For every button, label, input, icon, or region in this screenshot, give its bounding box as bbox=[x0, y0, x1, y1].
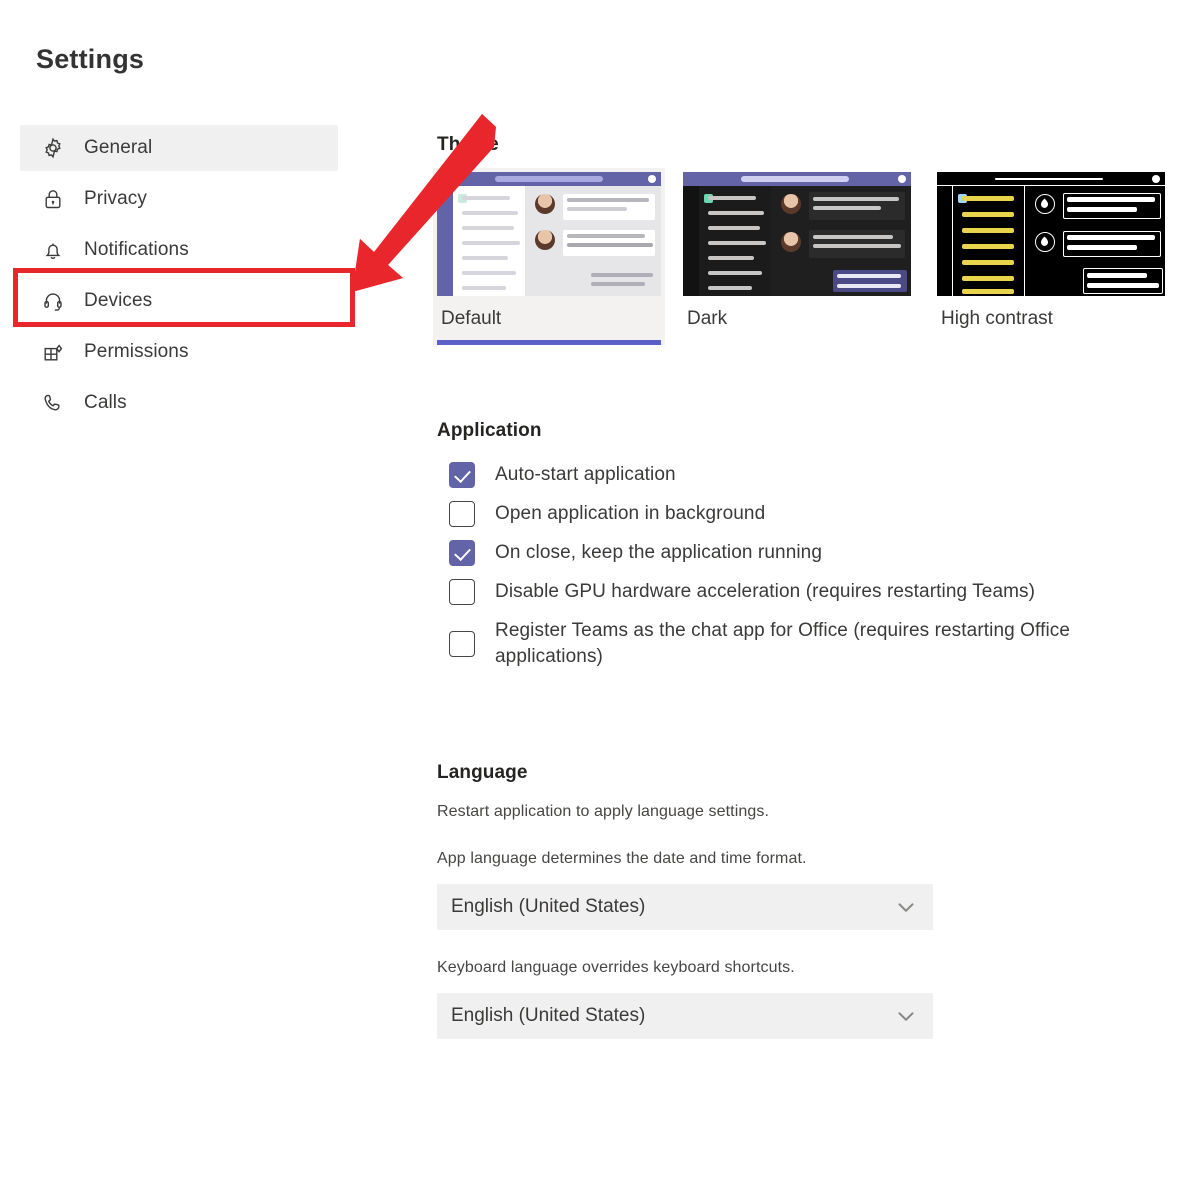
settings-page: Settings General Privacy Notifications D… bbox=[0, 0, 1200, 1200]
checkbox-label: Open application in background bbox=[495, 503, 766, 524]
settings-sidebar: General Privacy Notifications Devices Pe… bbox=[20, 125, 338, 431]
app-language-value: English (United States) bbox=[451, 896, 646, 917]
checkbox-row-register-chat-app[interactable]: Register Teams as the chat app for Offic… bbox=[437, 618, 1149, 670]
theme-option-default[interactable]: Default bbox=[433, 168, 665, 345]
sidebar-item-calls[interactable]: Calls bbox=[20, 380, 338, 426]
theme-thumbnail-default bbox=[437, 172, 661, 296]
language-restart-note: Restart application to apply language se… bbox=[437, 803, 770, 820]
checkbox-row-open-in-background[interactable]: Open application in background bbox=[437, 501, 1149, 527]
permissions-grid-icon bbox=[40, 339, 66, 365]
checkbox-label: Auto-start application bbox=[495, 464, 676, 485]
checkbox-row-keep-running-on-close[interactable]: On close, keep the application running bbox=[437, 540, 1149, 566]
gear-icon bbox=[40, 135, 66, 161]
checkbox-label: Disable GPU hardware acceleration (requi… bbox=[495, 581, 1036, 602]
sidebar-item-label: Permissions bbox=[84, 341, 189, 362]
checkbox-disable-gpu[interactable] bbox=[449, 579, 475, 605]
sidebar-item-label: Notifications bbox=[84, 239, 189, 260]
theme-option-high-contrast[interactable]: High contrast bbox=[937, 172, 1169, 345]
checkbox-auto-start[interactable] bbox=[449, 462, 475, 488]
checkbox-open-in-background[interactable] bbox=[449, 501, 475, 527]
app-language-dropdown[interactable]: English (United States) bbox=[437, 884, 933, 930]
keyboard-language-hint: Keyboard language overrides keyboard sho… bbox=[437, 959, 795, 976]
sidebar-item-devices[interactable]: Devices bbox=[20, 278, 338, 324]
application-checkbox-list: Auto-start application Open application … bbox=[437, 462, 1149, 683]
theme-selected-indicator bbox=[437, 340, 661, 345]
sidebar-item-label: Devices bbox=[84, 290, 153, 311]
lock-icon bbox=[40, 186, 66, 212]
theme-options: Default Dark High contrast bbox=[433, 168, 1169, 345]
checkbox-label: Register Teams as the chat app for Offic… bbox=[495, 620, 1071, 667]
language-section-heading: Language bbox=[437, 762, 528, 783]
theme-section-heading: Theme bbox=[437, 134, 499, 155]
sidebar-item-permissions[interactable]: Permissions bbox=[20, 329, 338, 375]
checkbox-keep-running-on-close[interactable] bbox=[449, 540, 475, 566]
theme-option-label: Default bbox=[441, 308, 502, 329]
chevron-down-icon bbox=[893, 894, 919, 920]
chevron-down-icon bbox=[893, 1003, 919, 1029]
sidebar-item-label: Calls bbox=[84, 392, 127, 413]
keyboard-language-dropdown[interactable]: English (United States) bbox=[437, 993, 933, 1039]
phone-icon bbox=[40, 390, 66, 416]
page-title: Settings bbox=[36, 44, 145, 74]
app-language-hint: App language determines the date and tim… bbox=[437, 850, 807, 867]
theme-option-label: Dark bbox=[687, 308, 728, 329]
sidebar-item-label: Privacy bbox=[84, 188, 147, 209]
checkbox-register-chat-app[interactable] bbox=[449, 631, 475, 657]
checkbox-label: On close, keep the application running bbox=[495, 542, 823, 563]
headset-icon bbox=[40, 288, 66, 314]
theme-option-dark[interactable]: Dark bbox=[683, 172, 915, 345]
theme-thumbnail-high-contrast bbox=[937, 172, 1165, 296]
theme-thumbnail-dark bbox=[683, 172, 911, 296]
sidebar-item-notifications[interactable]: Notifications bbox=[20, 227, 338, 273]
checkbox-row-auto-start[interactable]: Auto-start application bbox=[437, 462, 1149, 488]
sidebar-item-privacy[interactable]: Privacy bbox=[20, 176, 338, 222]
theme-option-label: High contrast bbox=[941, 308, 1053, 329]
keyboard-language-value: English (United States) bbox=[451, 1005, 646, 1026]
bell-icon bbox=[40, 237, 66, 263]
sidebar-item-label: General bbox=[84, 137, 153, 158]
sidebar-item-general[interactable]: General bbox=[20, 125, 338, 171]
checkbox-row-disable-gpu[interactable]: Disable GPU hardware acceleration (requi… bbox=[437, 579, 1149, 605]
application-section-heading: Application bbox=[437, 420, 542, 441]
